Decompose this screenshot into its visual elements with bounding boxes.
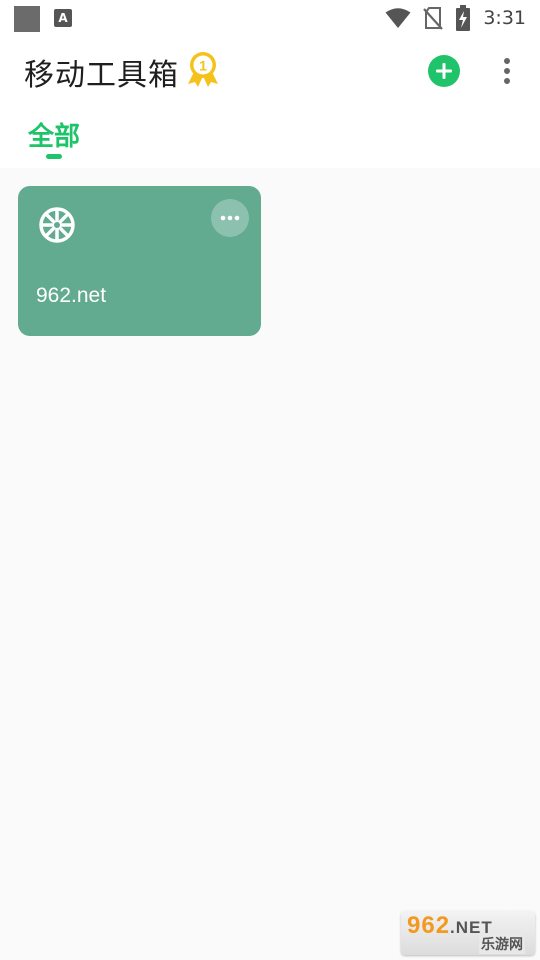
status-bar: A 3:31 [0, 0, 540, 36]
app-screen: A 3:31 移动工具箱 1 全部 962.net 962.NET 乐游网 [0, 0, 540, 960]
page-title: 移动工具箱 [24, 58, 179, 93]
wifi-icon [385, 8, 411, 28]
tool-card-more-button[interactable] [211, 199, 249, 237]
badge-number: 1 [199, 58, 207, 74]
tool-grid: 962.net [0, 168, 540, 960]
battery-charging-icon [456, 5, 471, 31]
overflow-menu-button[interactable] [494, 53, 520, 89]
site-watermark-logo: 962.NET 乐游网 [401, 911, 535, 955]
spoke-wheel-icon [39, 207, 75, 243]
tool-card-label: 962.net [36, 284, 107, 307]
more-horizontal-icon [220, 215, 240, 221]
tab-indicator [46, 154, 62, 159]
app-header: 移动工具箱 1 [0, 36, 540, 106]
tab-bar: 全部 [0, 106, 540, 168]
no-sim-icon [423, 7, 444, 30]
more-vertical-icon [504, 58, 510, 84]
watermark-sub: 乐游网 [479, 934, 525, 954]
notification-a-icon: A [54, 9, 72, 27]
tab-all[interactable]: 全部 [28, 116, 80, 153]
add-tool-button[interactable] [428, 55, 460, 87]
tool-card[interactable]: 962.net [18, 186, 261, 336]
clock: 3:31 [483, 7, 526, 29]
notification-placeholder-icon [14, 6, 40, 32]
plus-icon [436, 63, 452, 79]
status-icons: 3:31 [385, 5, 526, 31]
award-badge-icon[interactable]: 1 [184, 50, 222, 88]
